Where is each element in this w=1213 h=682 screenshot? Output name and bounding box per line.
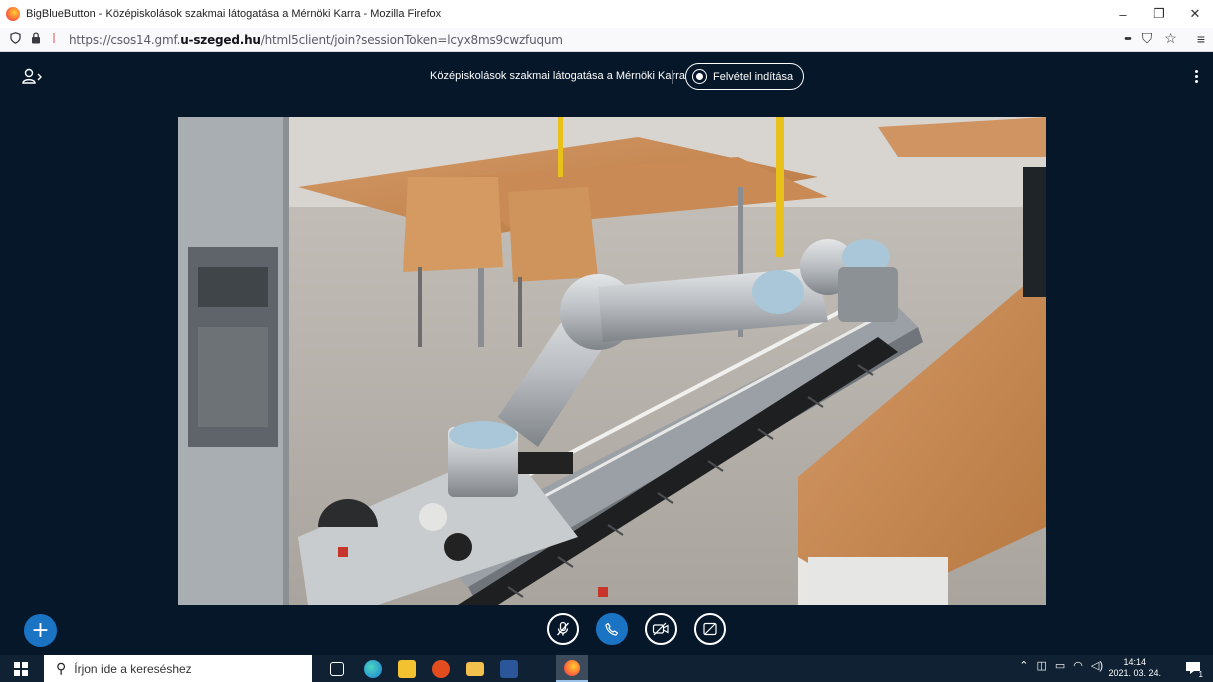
tracking-shield-icon[interactable] <box>10 32 21 47</box>
battery-icon[interactable]: ▭ <box>1055 659 1065 672</box>
start-recording-button[interactable]: Felvétel indítása <box>685 63 805 90</box>
network-icon[interactable]: ◫ <box>1036 659 1046 672</box>
header-divider <box>672 70 673 84</box>
options-menu-icon[interactable] <box>1195 70 1199 83</box>
phone-icon <box>605 622 619 636</box>
minimize-button[interactable]: – <box>1105 0 1141 28</box>
users-list-toggle-icon[interactable] <box>22 68 44 86</box>
pocket-icon[interactable]: ⛉ <box>1142 30 1153 47</box>
bookmark-star-icon[interactable]: ☆ <box>1164 30 1177 47</box>
search-icon: ⚲ <box>56 660 67 676</box>
record-label: Felvétel indítása <box>713 70 794 83</box>
mute-microphone-button[interactable] <box>547 613 579 645</box>
url-bar-actions: ••• ⛉ ☆ ≡ <box>1124 30 1205 47</box>
meeting-title: Középiskolások szakmai látogatása a Mérn… <box>430 70 685 82</box>
notifications-icon[interactable]: 1 <box>1185 660 1203 679</box>
app-menu-icon[interactable]: ≡ <box>1197 31 1205 47</box>
windows-start-icon[interactable] <box>14 662 28 676</box>
restore-button[interactable]: ❐ <box>1141 0 1177 28</box>
word-icon[interactable] <box>500 660 518 678</box>
share-screen-button[interactable] <box>694 613 726 645</box>
video-frame-image <box>178 117 1046 605</box>
firefox-logo-icon <box>6 7 20 21</box>
leave-audio-button[interactable] <box>596 613 628 645</box>
window-title: BigBlueButton - Középiskolások szakmai l… <box>26 8 442 20</box>
task-view-icon[interactable] <box>330 662 344 676</box>
camera-off-icon <box>652 622 669 636</box>
firefox-taskbar-button[interactable] <box>556 655 588 682</box>
wifi-icon[interactable]: ◠ <box>1073 659 1083 672</box>
share-webcam-button[interactable] <box>645 613 677 645</box>
record-icon <box>692 69 707 84</box>
actions-plus-button[interactable]: + <box>24 614 57 647</box>
screen-share-off-icon <box>703 622 717 636</box>
taskbar-search-input[interactable]: ⚲ Írjon ide a kereséshez <box>44 655 312 682</box>
system-tray: ⌃ ◫ ▭ ◠ ◁) <box>1019 659 1103 672</box>
permissions-icon[interactable] <box>51 32 57 47</box>
clock-time: 14:14 <box>1123 657 1146 667</box>
office-app-icon[interactable] <box>432 660 450 678</box>
edge-browser-icon[interactable] <box>364 660 382 678</box>
volume-icon[interactable]: ◁) <box>1091 659 1103 672</box>
taskbar-clock[interactable]: 14:14 2021. 03. 24. <box>1108 657 1161 679</box>
clock-date: 2021. 03. 24. <box>1108 668 1161 678</box>
notification-count: 1 <box>1198 670 1203 679</box>
page-actions-more-icon[interactable]: ••• <box>1124 33 1131 45</box>
webcam-video <box>178 117 1046 605</box>
window-controls: – ❐ ✕ <box>1105 0 1213 28</box>
chevron-up-icon[interactable]: ⌃ <box>1019 659 1028 672</box>
url-text[interactable]: https://csos14.gmf.u-szeged.hu/html5clie… <box>69 33 563 47</box>
file-explorer-icon[interactable] <box>466 662 484 676</box>
address-bar[interactable]: https://csos14.gmf.u-szeged.hu/html5clie… <box>0 28 1213 52</box>
close-button[interactable]: ✕ <box>1177 0 1213 28</box>
firefox-taskbar-icon <box>564 660 580 676</box>
windows-taskbar: ⚲ Írjon ide a kereséshez ⌃ ◫ ▭ ◠ ◁) 14:1… <box>0 655 1213 682</box>
lock-icon[interactable] <box>31 32 41 47</box>
store-icon[interactable] <box>398 660 416 678</box>
microphone-muted-icon <box>557 621 569 636</box>
meeting-header: Középiskolások szakmai látogatása a Mérn… <box>0 52 1213 102</box>
search-placeholder: Írjon ide a kereséshez <box>74 661 192 676</box>
browser-title-bar: BigBlueButton - Középiskolások szakmai l… <box>0 0 1213 28</box>
